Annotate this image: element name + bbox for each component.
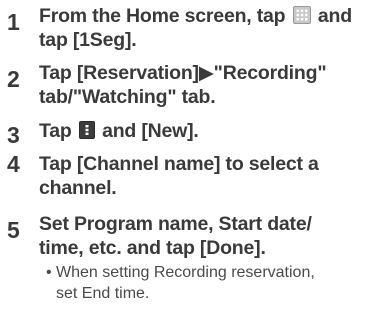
instruction-page: 1 From the Home screen, tap and tap [1Se… [0, 0, 382, 321]
note-line: set End time. [56, 285, 150, 302]
step-text: Tap and [New]. [39, 119, 378, 143]
note-line: When setting Recording reservation, [56, 264, 315, 281]
step-text-line: Set Program name, Start date/ [39, 213, 312, 235]
step-number: 3 [7, 122, 20, 148]
apps-grid-icon [292, 6, 311, 24]
step-number: 4 [7, 151, 20, 177]
step-text-line: channel. [39, 177, 117, 199]
step-text: Tap [Reservation]▶"Recording" tab/"Watch… [39, 61, 378, 109]
step-text: Tap [Channel name] to select a channel. [39, 152, 378, 200]
step-text-part: tap [1Seg]. [39, 29, 137, 51]
step-text-part: and [New]. [102, 120, 199, 142]
step-text-part: and [317, 5, 352, 27]
note-text: • When setting Recording reservation, set… [46, 262, 378, 304]
step-text-line: Tap [Reservation]▶"Recording" [39, 62, 327, 84]
menu-icon [78, 121, 95, 139]
step-text: Set Program name, Start date/ time, etc.… [39, 212, 378, 260]
step-text-line: Tap [Channel name] to select a [39, 153, 319, 175]
step-text-line: time, etc. and tap [Done]. [39, 237, 266, 259]
step-text-part: From the Home screen, tap [39, 5, 286, 27]
note-bullet: • [46, 264, 52, 281]
step-text-part: Tap [39, 120, 72, 142]
step-text: From the Home screen, tap and tap [1Seg]… [39, 4, 378, 52]
step-number: 2 [7, 66, 20, 92]
step-number: 5 [7, 217, 20, 243]
step-text-line: tab/"Watching" tab. [39, 86, 216, 108]
step-number: 1 [7, 9, 20, 35]
